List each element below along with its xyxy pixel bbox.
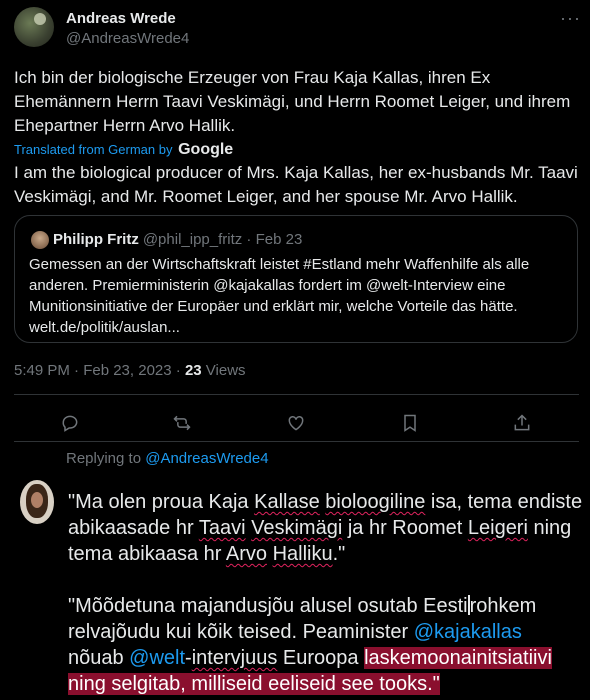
tweet-translation: I am the biological producer of Mrs. Kaj… <box>14 163 578 206</box>
like-icon[interactable] <box>278 405 314 441</box>
action-bar <box>14 405 579 441</box>
tweet-timestamp[interactable]: 5:49 PM · Feb 23, 2023 · 23 Views <box>14 362 246 379</box>
reply-avatar[interactable] <box>20 480 54 524</box>
google-logo: Google <box>178 141 234 158</box>
reply-paragraph-2[interactable]: "Mõõdetuna majandusjõu alusel osutab Ees… <box>68 593 583 697</box>
replying-handle[interactable]: @AndreasWrede4 <box>145 450 268 467</box>
divider <box>14 441 579 442</box>
mention-welt[interactable]: @welt <box>129 647 185 669</box>
author-avatar[interactable] <box>14 7 54 47</box>
tweet-text: Ich bin der biologische Erzeuger von Fra… <box>14 68 571 135</box>
reply-icon[interactable] <box>52 405 88 441</box>
quoted-tweet[interactable]: Philipp Fritz @phil_ipp_fritz · Feb 23 Ge… <box>14 215 578 343</box>
retweet-icon[interactable] <box>164 405 200 441</box>
quote-avatar <box>31 231 49 249</box>
quote-author: Philipp Fritz @phil_ipp_fritz · Feb 23 <box>53 231 303 248</box>
mention-kajakallas[interactable]: @kajakallas <box>414 621 522 643</box>
quote-meta: @phil_ipp_fritz · Feb 23 <box>142 231 303 248</box>
author-name[interactable]: Andreas Wrede <box>66 10 176 27</box>
more-icon[interactable]: ··· <box>560 8 581 29</box>
share-icon[interactable] <box>504 405 540 441</box>
reply-paragraph-1[interactable]: "Ma olen proua Kaja Kallase bioloogiline… <box>68 489 583 567</box>
views-count: 23 <box>184 362 202 379</box>
divider <box>14 394 579 395</box>
replying-to: Replying to @AndreasWrede4 <box>66 450 269 467</box>
translated-label[interactable]: Translated from German by Google <box>14 141 233 159</box>
bookmark-icon[interactable] <box>392 405 428 441</box>
translated-from-text[interactable]: Translated from German by <box>14 142 172 157</box>
author-handle[interactable]: @AndreasWrede4 <box>66 30 189 47</box>
quote-text: Gemessen an der Wirtschaftskraft leistet… <box>29 256 530 336</box>
